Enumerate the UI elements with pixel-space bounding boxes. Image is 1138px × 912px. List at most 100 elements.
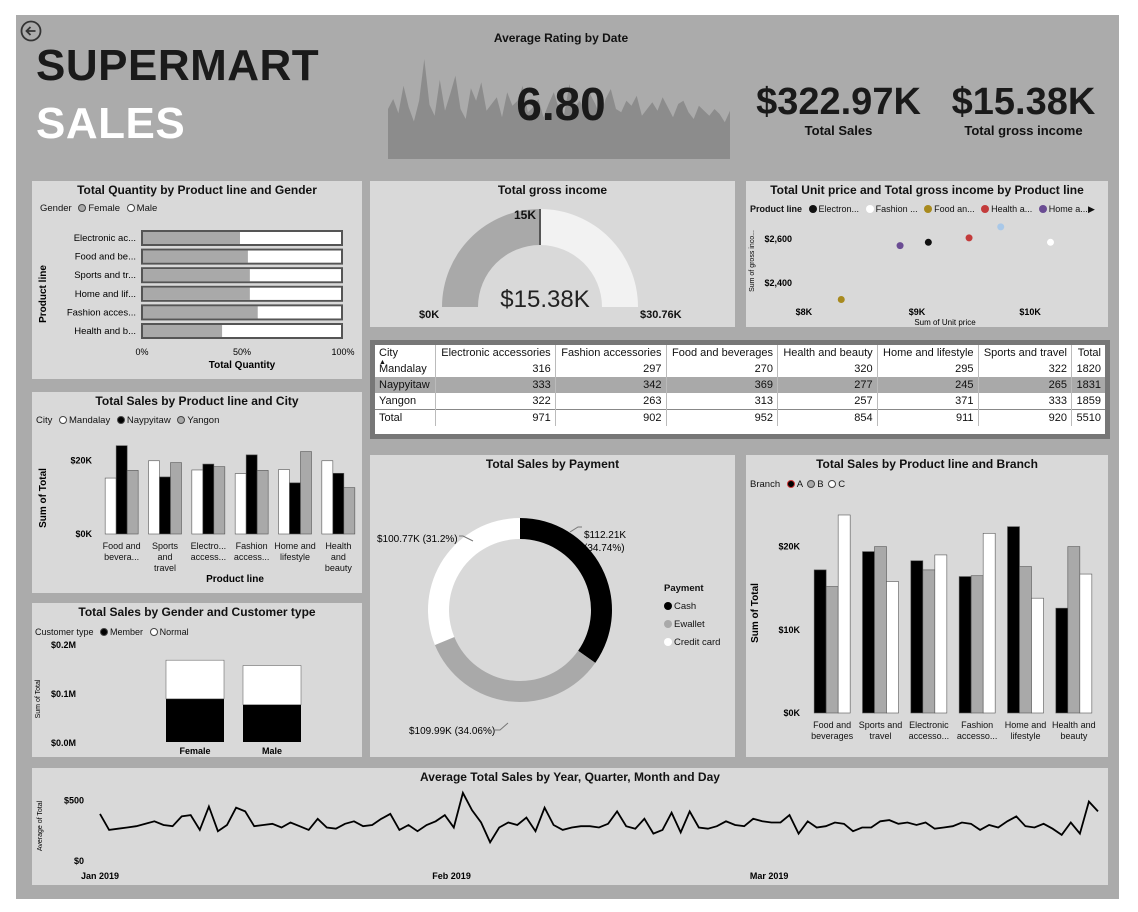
scatter-point (965, 234, 973, 242)
gauge-target-label: 15K (514, 208, 537, 222)
bar-female (143, 306, 258, 319)
legend-mandalay[interactable]: Mandalay (69, 415, 110, 426)
legend-normal[interactable]: Normal (160, 627, 189, 637)
legend-electronic[interactable]: Electron... (819, 204, 860, 214)
table-row[interactable]: Naypyitaw 333 342 369 277 245 265 1831 (375, 377, 1105, 393)
legend-ewallet[interactable]: Ewallet (664, 616, 720, 634)
matrix-header[interactable]: Home and lifestyle (877, 345, 979, 361)
timeline-series-line (99, 790, 1099, 845)
male-legend-marker (126, 204, 135, 212)
legend-title: Gender (40, 203, 72, 214)
value-cell: 902 (555, 409, 667, 426)
matrix-header[interactable]: Food and beverages (666, 345, 778, 361)
bar-a (813, 569, 827, 714)
legend-fashion[interactable]: Fashion ... (876, 204, 918, 214)
gender-cust-panel[interactable]: Total Sales by Gender and Customer type … (32, 603, 362, 757)
data-label-cash: $112.21K (584, 530, 626, 541)
bar-mandalay (191, 469, 204, 535)
legend-yangon[interactable]: Yangon (187, 415, 219, 426)
category-label: Female (179, 746, 210, 756)
y-tick-label: $2,600 (764, 234, 792, 244)
gauge-value: $15.38K (500, 286, 590, 313)
branch-title: Total Sales by Product line and Branch (816, 457, 1038, 471)
category-label: Food and be... (75, 252, 136, 263)
table-row[interactable]: Mandalay 316 297 270 320 295 322 1820 (375, 361, 1105, 377)
scatter-point (997, 223, 1005, 231)
x-tick-label: $9K (909, 307, 926, 317)
legend-home[interactable]: Home a... (1049, 204, 1088, 214)
legend-health[interactable]: Health a... (991, 204, 1032, 214)
sales-city-panel[interactable]: Total Sales by Product line and City Cit… (32, 392, 362, 593)
legend-naypyitaw[interactable]: Naypyitaw (127, 415, 171, 426)
bar-b (1019, 566, 1032, 714)
table-row[interactable]: Total 971 902 952 854 911 920 5510 (375, 409, 1105, 426)
bar-yangon (256, 470, 269, 535)
legend-member[interactable]: Member (110, 627, 143, 637)
bar-c (982, 532, 996, 714)
bar-female (143, 325, 223, 337)
legend-branch-b[interactable]: B (817, 479, 823, 490)
legend-branch-c[interactable]: C (838, 479, 845, 490)
bar-c (1031, 597, 1044, 714)
sort-ascending-icon[interactable]: ▲ (379, 359, 386, 366)
data-label-cash-pct: (34.74%) (584, 543, 625, 554)
dashboard-title: SUPERMART SALES (36, 43, 319, 147)
value-cell: 1820 (1076, 363, 1101, 375)
legend-branch-a[interactable]: A (797, 479, 803, 490)
gauge-panel[interactable]: Total gross income 15K $15.38K $0K $30.7… (370, 181, 735, 327)
back-arrow-icon[interactable] (20, 20, 42, 42)
table-row[interactable]: Yangon 322 263 313 257 371 333 1859 (375, 393, 1105, 410)
category-label: Home and (1005, 720, 1047, 730)
y-tick-label: $0.0M (51, 738, 76, 748)
bar-b (922, 569, 936, 714)
matrix-header[interactable]: Sports and travel (978, 345, 1072, 361)
x-tick-label: $10K (1019, 307, 1041, 317)
x-tick-label: 50% (233, 347, 251, 357)
value-cell: 245 (877, 377, 979, 393)
value-cell: 1859 (1076, 395, 1101, 407)
branch-b-legend-marker (807, 480, 816, 488)
legend-cash[interactable]: Cash (664, 598, 720, 616)
matrix-header[interactable]: Electronic accessories (435, 345, 556, 361)
legend-credit-card-label: Credit card (674, 637, 721, 648)
payment-panel[interactable]: Total Sales by Payment $112.21K (34.74%) $… (370, 455, 735, 757)
category-label: Sports (152, 541, 179, 551)
bar-a (1007, 526, 1020, 714)
legend-food[interactable]: Food an... (934, 204, 975, 214)
member-legend-marker (100, 628, 109, 636)
yangon-legend-marker (177, 416, 186, 424)
matrix-header[interactable]: Total (1071, 345, 1105, 361)
legend-cash-label: Cash (674, 601, 697, 612)
category-label: Electronic (909, 720, 949, 730)
bar-male (222, 325, 341, 337)
value-cell: 1831 (1071, 377, 1105, 393)
x-axis-label: Total Quantity (209, 360, 276, 371)
kpi-gross-income-label: Total gross income (964, 123, 1083, 138)
scatter-point (896, 242, 904, 250)
sales-city-legend: City Mandalay Naypyitaw Yangon (36, 415, 219, 426)
bar-normal (242, 665, 302, 706)
branch-panel[interactable]: Total Sales by Product line and Branch B… (746, 455, 1108, 757)
category-label: Health and (1052, 720, 1096, 730)
bar-mandalay (148, 460, 160, 535)
legend-marker-electronic (808, 205, 817, 213)
matrix-panel[interactable]: City Electronic accessories Fashion acce… (370, 340, 1110, 439)
bar-female (143, 250, 248, 263)
y-tick-label: $10K (778, 625, 800, 635)
timeline-panel[interactable]: Average Total Sales by Year, Quarter, Mo… (32, 768, 1108, 885)
legend-title: Branch (750, 479, 781, 490)
matrix-header[interactable]: Fashion accessories (555, 345, 667, 361)
kpi-gross-income-value: $15.38K (951, 81, 1096, 123)
scatter-panel[interactable]: Total Unit price and Total gross income … (746, 181, 1108, 327)
legend-male[interactable]: Male (137, 203, 158, 214)
leader-line (495, 722, 509, 731)
legend-credit-card[interactable]: Credit card (664, 634, 720, 652)
legend-next-arrow-icon[interactable]: ▶ (1088, 204, 1095, 215)
qty-gender-panel[interactable]: Total Quantity by Product line and Gende… (32, 181, 362, 379)
bar-c (837, 514, 851, 714)
category-label: Fashion (961, 720, 993, 730)
dashboard-canvas: SUPERMART SALES Average Rating by Date 6… (16, 15, 1119, 899)
legend-female[interactable]: Female (88, 203, 120, 214)
matrix-header[interactable]: Health and beauty (777, 345, 878, 361)
value-cell: 333 (978, 393, 1072, 410)
